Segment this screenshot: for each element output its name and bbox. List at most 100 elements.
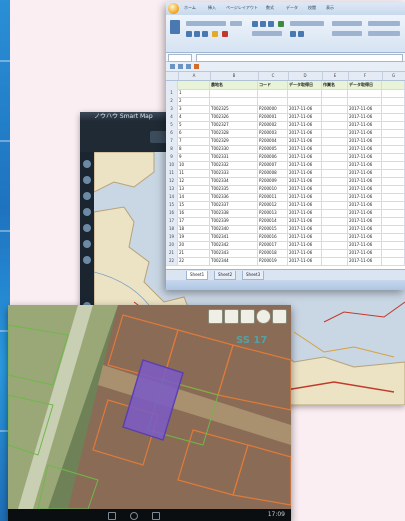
merge-center-button[interactable] (252, 31, 282, 36)
table-cell[interactable]: T002331 (210, 153, 258, 161)
row-number[interactable]: 9 (166, 153, 178, 161)
table-cell[interactable]: T002342 (210, 241, 258, 249)
table-cell[interactable] (322, 169, 348, 177)
table-cell[interactable]: P200006 (258, 153, 288, 161)
table-cell[interactable]: 2017-11-06 (348, 249, 382, 257)
table-cell[interactable] (382, 145, 405, 153)
sheet-tab-3[interactable]: Sheet3 (242, 271, 265, 280)
table-cell[interactable]: P200010 (258, 185, 288, 193)
row-number[interactable]: 4 (166, 113, 178, 121)
table-cell[interactable] (382, 241, 405, 249)
column-header-c[interactable]: C (258, 72, 289, 80)
font-name-select[interactable] (186, 21, 226, 26)
table-cell[interactable]: 2017-11-06 (348, 105, 382, 113)
table-cell[interactable] (210, 97, 258, 105)
table-cell[interactable] (382, 185, 405, 193)
table-cell[interactable]: 2017-11-06 (288, 169, 322, 177)
home-nav-icon[interactable] (130, 512, 138, 520)
table-cell[interactable] (382, 161, 405, 169)
chart-icon[interactable] (194, 64, 199, 69)
table-cell[interactable]: T002339 (210, 217, 258, 225)
table-cell[interactable]: P200008 (258, 169, 288, 177)
row-number[interactable]: 13 (166, 185, 178, 193)
table-cell[interactable]: P200005 (258, 145, 288, 153)
table-cell[interactable] (322, 209, 348, 217)
table-cell[interactable] (258, 89, 288, 97)
edit-tool-icon[interactable] (240, 309, 255, 324)
table-cell[interactable]: 5 (178, 121, 210, 129)
table-cell[interactable]: 2017-11-06 (288, 113, 322, 121)
table-cell[interactable]: 2017-11-06 (348, 169, 382, 177)
table-cell[interactable] (382, 153, 405, 161)
header-cell-task[interactable]: 作業名 (322, 81, 348, 89)
table-cell[interactable]: T002328 (210, 129, 258, 137)
table-cell[interactable]: 9 (178, 153, 210, 161)
table-cell[interactable]: P200013 (258, 209, 288, 217)
table-cell[interactable]: 4 (178, 113, 210, 121)
table-cell[interactable]: 2017-11-06 (348, 113, 382, 121)
fill-color-icon[interactable] (212, 31, 218, 37)
row-number[interactable]: 10 (166, 161, 178, 169)
table-cell[interactable]: 2017-11-06 (288, 233, 322, 241)
table-cell[interactable] (178, 81, 210, 89)
row-number[interactable]: 5 (166, 121, 178, 129)
table-cell[interactable]: 2017-11-06 (348, 121, 382, 129)
ribbon-tab-review[interactable]: 校閲 (308, 4, 316, 12)
table-cell[interactable] (382, 169, 405, 177)
delete-cells-button[interactable] (368, 31, 400, 36)
table-cell[interactable]: 17 (178, 217, 210, 225)
redo-icon[interactable] (186, 64, 191, 69)
table-cell[interactable]: 2017-11-06 (288, 201, 322, 209)
table-cell[interactable]: 11 (178, 169, 210, 177)
format-as-table-button[interactable] (332, 31, 362, 36)
undo-icon[interactable] (178, 64, 183, 69)
table-cell[interactable]: 2017-11-06 (348, 145, 382, 153)
row-number[interactable]: 3 (166, 105, 178, 113)
table-cell[interactable]: 2017-11-06 (348, 137, 382, 145)
row-number[interactable]: 11 (166, 169, 178, 177)
table-cell[interactable]: 12 (178, 177, 210, 185)
table-cell[interactable]: 7 (178, 137, 210, 145)
table-cell[interactable]: T002336 (210, 193, 258, 201)
column-header-f[interactable]: F (348, 72, 383, 80)
table-cell[interactable]: 6 (178, 129, 210, 137)
table-cell[interactable] (382, 81, 405, 89)
table-cell[interactable] (382, 217, 405, 225)
align-center-icon[interactable] (260, 21, 266, 27)
recent-apps-icon[interactable] (152, 512, 160, 520)
table-cell[interactable]: P200009 (258, 177, 288, 185)
row-number[interactable]: 6 (166, 129, 178, 137)
search-icon[interactable] (83, 240, 91, 248)
table-cell[interactable]: 2017-11-06 (348, 241, 382, 249)
table-cell[interactable] (322, 161, 348, 169)
table-cell[interactable] (288, 97, 322, 105)
table-cell[interactable]: T002327 (210, 121, 258, 129)
table-cell[interactable]: 2017-11-06 (348, 129, 382, 137)
table-cell[interactable] (322, 249, 348, 257)
table-cell[interactable] (382, 105, 405, 113)
layer-icon[interactable] (83, 160, 91, 168)
sheet-tab-2[interactable]: Sheet2 (214, 271, 237, 280)
row-number[interactable]: 15 (166, 201, 178, 209)
table-cell[interactable]: P200018 (258, 249, 288, 257)
header-cell-field-name[interactable]: 農地名 (210, 81, 258, 89)
name-box[interactable] (168, 54, 192, 62)
paste-icon[interactable] (170, 20, 180, 34)
draw-tool-icon[interactable] (208, 309, 223, 324)
zoom-in-icon[interactable] (83, 176, 91, 184)
table-cell[interactable] (322, 113, 348, 121)
table-cell[interactable]: 2017-11-06 (288, 193, 322, 201)
table-cell[interactable]: 3 (178, 105, 210, 113)
measure-icon[interactable] (83, 224, 91, 232)
ribbon-tab-view[interactable]: 表示 (326, 4, 334, 12)
table-cell[interactable]: T002338 (210, 209, 258, 217)
table-cell[interactable]: T002341 (210, 233, 258, 241)
table-cell[interactable]: P200002 (258, 121, 288, 129)
table-cell[interactable] (382, 113, 405, 121)
table-cell[interactable]: 2017-11-06 (288, 185, 322, 193)
table-cell[interactable] (322, 121, 348, 129)
table-cell[interactable]: 20 (178, 241, 210, 249)
table-cell[interactable]: 2017-11-06 (288, 105, 322, 113)
table-cell[interactable]: 2017-11-06 (348, 233, 382, 241)
table-cell[interactable] (210, 89, 258, 97)
